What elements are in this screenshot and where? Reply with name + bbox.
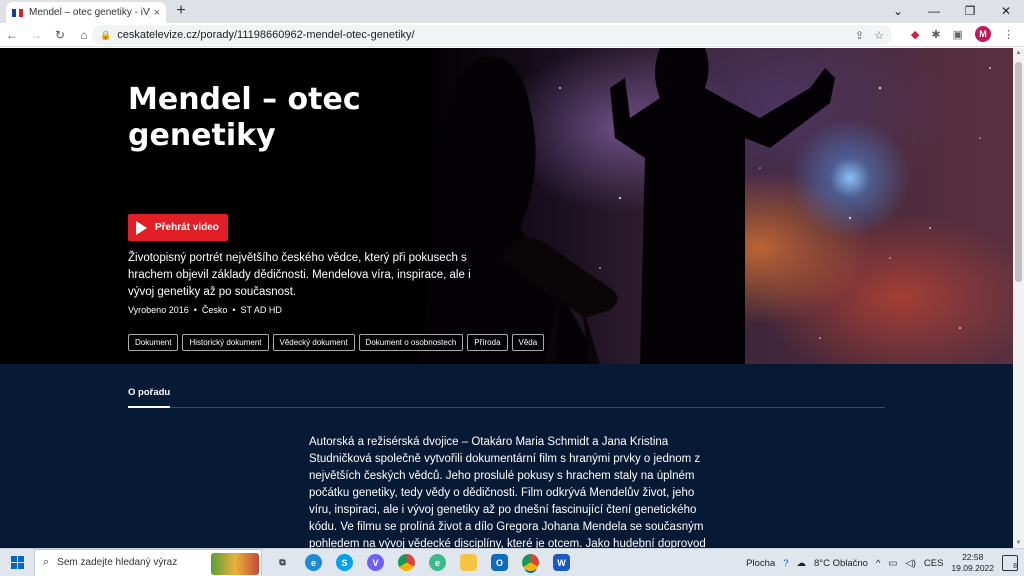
about-text: Autorská a režisérská dvojice – Otakáro …: [309, 436, 706, 548]
weather-cloud-icon[interactable]: ☁: [797, 558, 807, 569]
taskbar-search-placeholder: Sem zadejte hledaný výraz: [57, 557, 178, 568]
profile-avatar[interactable]: M: [975, 26, 991, 42]
help-icon[interactable]: ?: [783, 558, 788, 569]
tag-dokument-o-osobnostech[interactable]: Dokument o osobnostech: [358, 334, 464, 351]
scroll-down-icon[interactable]: ▼: [1013, 540, 1024, 546]
chrome-active-icon[interactable]: [522, 554, 539, 571]
tag-vedecky-dokument[interactable]: Vědecký dokument: [272, 334, 355, 351]
reload-icon[interactable]: ↻: [48, 28, 72, 42]
search-highlight-image[interactable]: [211, 552, 259, 575]
extension-icon[interactable]: ◆: [911, 28, 919, 41]
play-video-label: Přehrát video: [155, 222, 219, 233]
browser-toolbar: ← → ↻ ⌂ 🔒 ceskatelevize.cz/porady/111986…: [0, 23, 1024, 47]
skype-icon[interactable]: S: [336, 554, 353, 571]
extensions-puzzle-icon[interactable]: ✱: [931, 28, 940, 41]
tab-o-poradu[interactable]: O pořadu: [128, 387, 170, 398]
weather-text[interactable]: 8°C Oblačno: [814, 558, 868, 569]
play-icon: [136, 220, 147, 235]
meta-year: Vyrobeno 2016: [128, 305, 189, 315]
programme-meta: Vyrobeno 2016 • Česko • ST AD HD: [128, 305, 282, 315]
language-indicator[interactable]: CES: [924, 558, 944, 569]
tag-historicky-dokument[interactable]: Historický dokument: [182, 334, 269, 351]
tray-chevron-icon[interactable]: ^: [876, 558, 880, 569]
mendel-silhouette: [610, 48, 835, 364]
ct-favicon-icon: [12, 8, 24, 17]
browser-tabstrip: Mendel – otec genetiky - iVysílá × + ⌄ —…: [0, 0, 1024, 23]
hero-banner: Mendel – otec genetiky Přehrát video Živ…: [0, 48, 1013, 364]
about-section: O pořadu Autorská a režisérská dvojice –…: [0, 364, 1013, 548]
minimize-button[interactable]: —: [916, 0, 952, 23]
search-icon: ⌕: [43, 556, 50, 568]
tag-veda[interactable]: Věda: [511, 334, 545, 351]
clock[interactable]: 22:58 19.09.2022: [951, 552, 994, 574]
task-view-icon[interactable]: ⧉: [274, 554, 291, 571]
programme-description: Životopisný portrét největšího českého v…: [128, 252, 471, 298]
new-tab-button[interactable]: +: [172, 2, 190, 20]
outlook-icon[interactable]: O: [491, 554, 508, 571]
restore-button[interactable]: ❐: [952, 0, 988, 23]
close-tab-icon[interactable]: ×: [154, 7, 160, 19]
taskbar-search[interactable]: ⌕ Sem zadejte hledaný výraz: [34, 548, 262, 576]
tab-title: Mendel – otec genetiky - iVysílá: [29, 7, 150, 18]
edge-legacy-icon[interactable]: e: [429, 554, 446, 571]
chrome-icon[interactable]: [398, 554, 415, 571]
page-scrollbar[interactable]: ▲ ▼: [1013, 48, 1024, 548]
desktop-label[interactable]: Plocha: [746, 558, 775, 569]
play-video-button[interactable]: Přehrát video: [128, 214, 228, 241]
back-icon[interactable]: ←: [0, 28, 24, 42]
windows-logo-icon: [10, 556, 24, 569]
clock-time: 22:58: [962, 552, 984, 562]
forward-icon[interactable]: →: [24, 28, 48, 42]
taskbar-apps: ⧉ e S V e O W: [274, 554, 570, 571]
lock-icon[interactable]: 🔒: [100, 30, 111, 41]
browser-tab[interactable]: Mendel – otec genetiky - iVysílá ×: [6, 2, 166, 23]
notification-count: 8: [1013, 563, 1017, 570]
bookmark-star-icon[interactable]: ☆: [874, 29, 884, 42]
share-icon[interactable]: ⇪: [855, 29, 864, 42]
windows-taskbar: ⌕ Sem zadejte hledaný výraz ⧉ e S V e O …: [0, 548, 1024, 576]
edge-icon[interactable]: e: [305, 554, 322, 571]
page-title: Mendel – otec genetiky: [128, 82, 361, 153]
woman-silhouette: [420, 56, 600, 364]
notifications-icon[interactable]: 8: [1002, 555, 1018, 571]
network-icon[interactable]: ▭: [888, 558, 897, 569]
close-window-button[interactable]: ✕: [988, 0, 1024, 23]
meta-country: Česko: [201, 305, 228, 315]
address-bar[interactable]: 🔒 ceskatelevize.cz/porady/11198660962-me…: [92, 25, 892, 45]
active-tab-indicator: [128, 406, 170, 408]
page-viewport: Mendel – otec genetiky Přehrát video Živ…: [0, 48, 1013, 548]
word-icon[interactable]: W: [553, 554, 570, 571]
speaker-icon[interactable]: ◁): [905, 558, 915, 569]
tab-search-icon[interactable]: ⌄: [880, 0, 916, 23]
scroll-up-icon[interactable]: ▲: [1013, 50, 1024, 56]
url-text[interactable]: ceskatelevize.cz/porady/11198660962-mend…: [117, 29, 855, 41]
file-explorer-icon[interactable]: [460, 554, 477, 571]
menu-kebab-icon[interactable]: ⋮: [1003, 28, 1014, 41]
scrollbar-thumb[interactable]: [1015, 62, 1022, 282]
meta-separator: •: [193, 305, 197, 315]
start-button[interactable]: [0, 556, 34, 569]
tag-priroda[interactable]: Příroda: [467, 334, 508, 351]
tab-divider: [128, 407, 885, 408]
system-tray: Plocha ? ☁ 8°C Oblačno ^ ▭ ◁) CES 22:58 …: [746, 549, 1024, 576]
meta-separator: •: [232, 305, 236, 315]
tag-dokument[interactable]: Dokument: [128, 334, 179, 351]
window-controls: ⌄ — ❐ ✕: [880, 0, 1024, 23]
meta-features: ST AD HD: [240, 305, 282, 315]
side-panel-icon[interactable]: ▣: [953, 28, 963, 41]
clock-date: 19.09.2022: [951, 563, 994, 573]
genre-tags: Dokument Historický dokument Vědecký dok…: [128, 334, 545, 351]
viber-icon[interactable]: V: [367, 554, 384, 571]
